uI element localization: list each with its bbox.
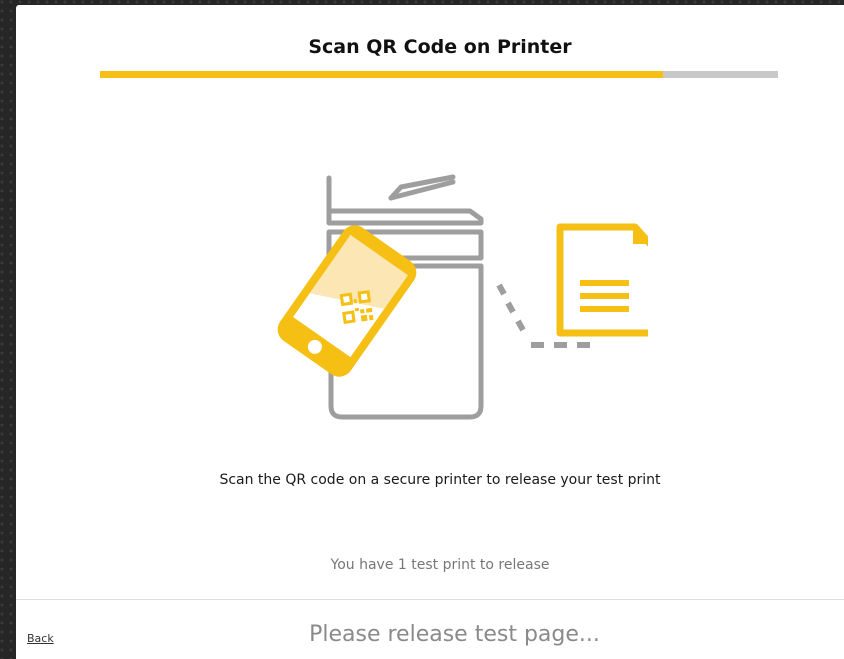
page-title: Scan QR Code on Printer — [308, 36, 572, 58]
progress-bar — [100, 71, 778, 78]
instruction-text: Scan the QR code on a secure printer to … — [219, 472, 661, 488]
progress-fill — [100, 71, 663, 78]
release-count-text: You have 1 test print to release — [330, 557, 550, 573]
dialog-panel: Scan QR Code on Printer Scan the QR code… — [16, 5, 844, 659]
status-text: Please release test page... — [309, 622, 600, 647]
document-icon — [556, 223, 648, 337]
footer-divider — [16, 599, 844, 600]
scan-illustration — [277, 174, 648, 420]
